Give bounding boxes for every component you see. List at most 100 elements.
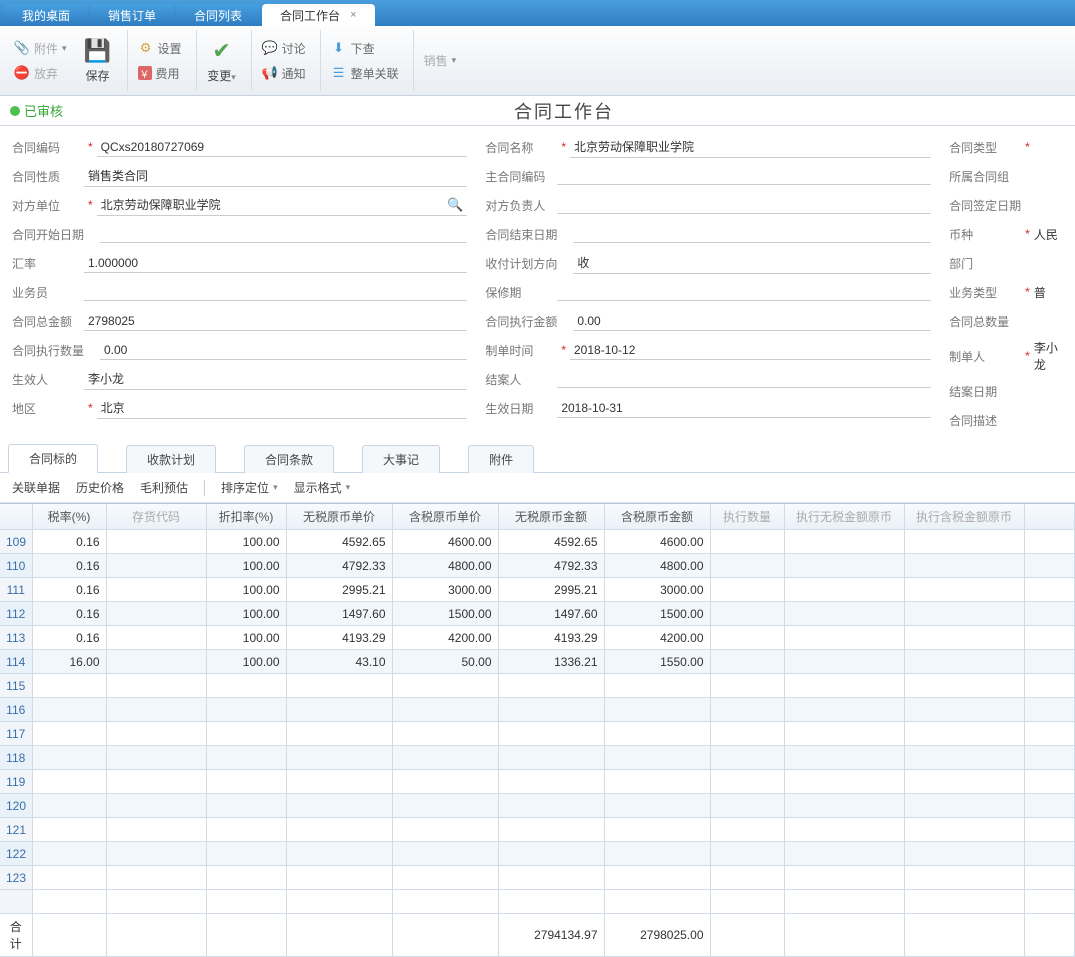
exec-qty-field[interactable]: 0.00 [100, 341, 467, 360]
cell-incl-price[interactable] [392, 818, 498, 842]
cell-incl-price[interactable] [392, 746, 498, 770]
cell-exec-incl[interactable] [904, 770, 1024, 794]
cell-incl-amount[interactable] [604, 698, 710, 722]
cell-excl-price[interactable] [286, 674, 392, 698]
cell-exec-qty[interactable] [710, 722, 784, 746]
notify-button[interactable]: 📢通知 [256, 63, 312, 84]
cell-exec-excl[interactable] [784, 602, 904, 626]
total-amount-field[interactable]: 2798025 [84, 312, 467, 331]
cell-incl-price[interactable] [392, 674, 498, 698]
cell-tax-rate[interactable]: 0.16 [32, 602, 106, 626]
col-exec-excl[interactable]: 执行无税金额原币 [784, 504, 904, 530]
cell-incl-price[interactable]: 4200.00 [392, 626, 498, 650]
cell-inventory-code[interactable] [106, 578, 206, 602]
cell-discount-rate[interactable] [206, 842, 286, 866]
cell-discount-rate[interactable] [206, 866, 286, 890]
table-row[interactable]: 1130.16100.004193.294200.004193.294200.0… [0, 626, 1075, 650]
table-row[interactable]: 118 [0, 746, 1075, 770]
cell-exec-qty[interactable] [710, 578, 784, 602]
lookup-icon[interactable]: 🔍 [447, 197, 463, 213]
table-row[interactable]: 117 [0, 722, 1075, 746]
counterparty-field[interactable]: 北京劳动保障职业学院🔍 [97, 194, 468, 216]
cell-excl-amount[interactable] [498, 746, 604, 770]
cell-incl-price[interactable]: 3000.00 [392, 578, 498, 602]
cell-incl-amount[interactable] [604, 674, 710, 698]
cell-exec-incl[interactable] [904, 554, 1024, 578]
cell-excl-amount[interactable] [498, 866, 604, 890]
table-row[interactable]: 1110.16100.002995.213000.002995.213000.0… [0, 578, 1075, 602]
cell-exec-incl[interactable] [904, 794, 1024, 818]
cell-inventory-code[interactable] [106, 530, 206, 554]
tab-contract-list[interactable]: 合同列表 [176, 4, 260, 26]
cell-exec-qty[interactable] [710, 554, 784, 578]
cell-excl-amount[interactable]: 1336.21 [498, 650, 604, 674]
cell-incl-amount[interactable] [604, 818, 710, 842]
col-incl-price[interactable]: 含税原币单价 [392, 504, 498, 530]
cell-incl-price[interactable] [392, 770, 498, 794]
col-tax-rate[interactable]: 税率(%) [32, 504, 106, 530]
cell-exec-excl[interactable] [784, 674, 904, 698]
cell-excl-price[interactable] [286, 842, 392, 866]
cell-excl-price[interactable]: 4592.65 [286, 530, 392, 554]
cell-excl-price[interactable]: 43.10 [286, 650, 392, 674]
cell-exec-incl[interactable] [904, 722, 1024, 746]
cell-incl-price[interactable]: 1500.00 [392, 602, 498, 626]
effect-date-field[interactable]: 2018-10-31 [557, 399, 931, 418]
cell-exec-qty[interactable] [710, 626, 784, 650]
cell-excl-amount[interactable] [498, 794, 604, 818]
currency-field[interactable]: 人民 [1034, 226, 1058, 243]
cell-exec-incl[interactable] [904, 866, 1024, 890]
table-row[interactable]: 115 [0, 674, 1075, 698]
make-time-field[interactable]: 2018-10-12 [570, 341, 931, 360]
cell-discount-rate[interactable]: 100.00 [206, 530, 286, 554]
cell-tax-rate[interactable]: 16.00 [32, 650, 106, 674]
cell-excl-price[interactable]: 4792.33 [286, 554, 392, 578]
cell-discount-rate[interactable]: 100.00 [206, 578, 286, 602]
cell-discount-rate[interactable] [206, 794, 286, 818]
cell-tax-rate[interactable] [32, 674, 106, 698]
cell-excl-price[interactable] [286, 866, 392, 890]
table-row[interactable]: 121 [0, 818, 1075, 842]
cell-excl-price[interactable] [286, 698, 392, 722]
issue-button[interactable]: ⬇下查 [325, 38, 405, 59]
cell-inventory-code[interactable] [106, 818, 206, 842]
cell-excl-price[interactable] [286, 722, 392, 746]
region-field[interactable]: 北京 [97, 397, 468, 419]
subtab-terms[interactable]: 合同条款 [244, 445, 334, 473]
table-row[interactable]: 119 [0, 770, 1075, 794]
biz-type-field[interactable]: 普 [1034, 284, 1046, 301]
cell-inventory-code[interactable] [106, 650, 206, 674]
cell-excl-amount[interactable] [498, 842, 604, 866]
effector-field[interactable]: 李小龙 [84, 368, 467, 390]
cell-exec-excl[interactable] [784, 578, 904, 602]
cell-inventory-code[interactable] [106, 722, 206, 746]
cell-inventory-code[interactable] [106, 674, 206, 698]
exec-amt-field[interactable]: 0.00 [573, 312, 931, 331]
cell-exec-incl[interactable] [904, 602, 1024, 626]
cell-tax-rate[interactable] [32, 770, 106, 794]
save-button[interactable]: 💾 保存 [77, 33, 119, 89]
cell-discount-rate[interactable] [206, 770, 286, 794]
cell-incl-amount[interactable] [604, 794, 710, 818]
cell-exec-excl[interactable] [784, 842, 904, 866]
cell-exec-incl[interactable] [904, 746, 1024, 770]
rate-field[interactable]: 1.000000 [84, 254, 467, 273]
cell-inventory-code[interactable] [106, 626, 206, 650]
rel-doc-button[interactable]: 关联单据 [12, 479, 60, 496]
cell-tax-rate[interactable]: 0.16 [32, 578, 106, 602]
table-row[interactable]: 1100.16100.004792.334800.004792.334800.0… [0, 554, 1075, 578]
contract-name-field[interactable]: 北京劳动保障职业学院 [570, 136, 931, 158]
tab-contract-workbench[interactable]: 合同工作台× [262, 4, 374, 26]
cell-exec-incl[interactable] [904, 842, 1024, 866]
cell-excl-amount[interactable] [498, 698, 604, 722]
cell-incl-amount[interactable] [604, 770, 710, 794]
subtab-subject[interactable]: 合同标的 [8, 444, 98, 473]
sales-button[interactable]: 销售▾ [418, 50, 463, 71]
subtab-payment[interactable]: 收款计划 [126, 445, 216, 473]
cell-excl-price[interactable] [286, 794, 392, 818]
subtab-events[interactable]: 大事记 [362, 445, 440, 473]
cell-incl-price[interactable] [392, 842, 498, 866]
cell-exec-qty[interactable] [710, 674, 784, 698]
cell-tax-rate[interactable]: 0.16 [32, 554, 106, 578]
col-discount-rate[interactable]: 折扣率(%) [206, 504, 286, 530]
